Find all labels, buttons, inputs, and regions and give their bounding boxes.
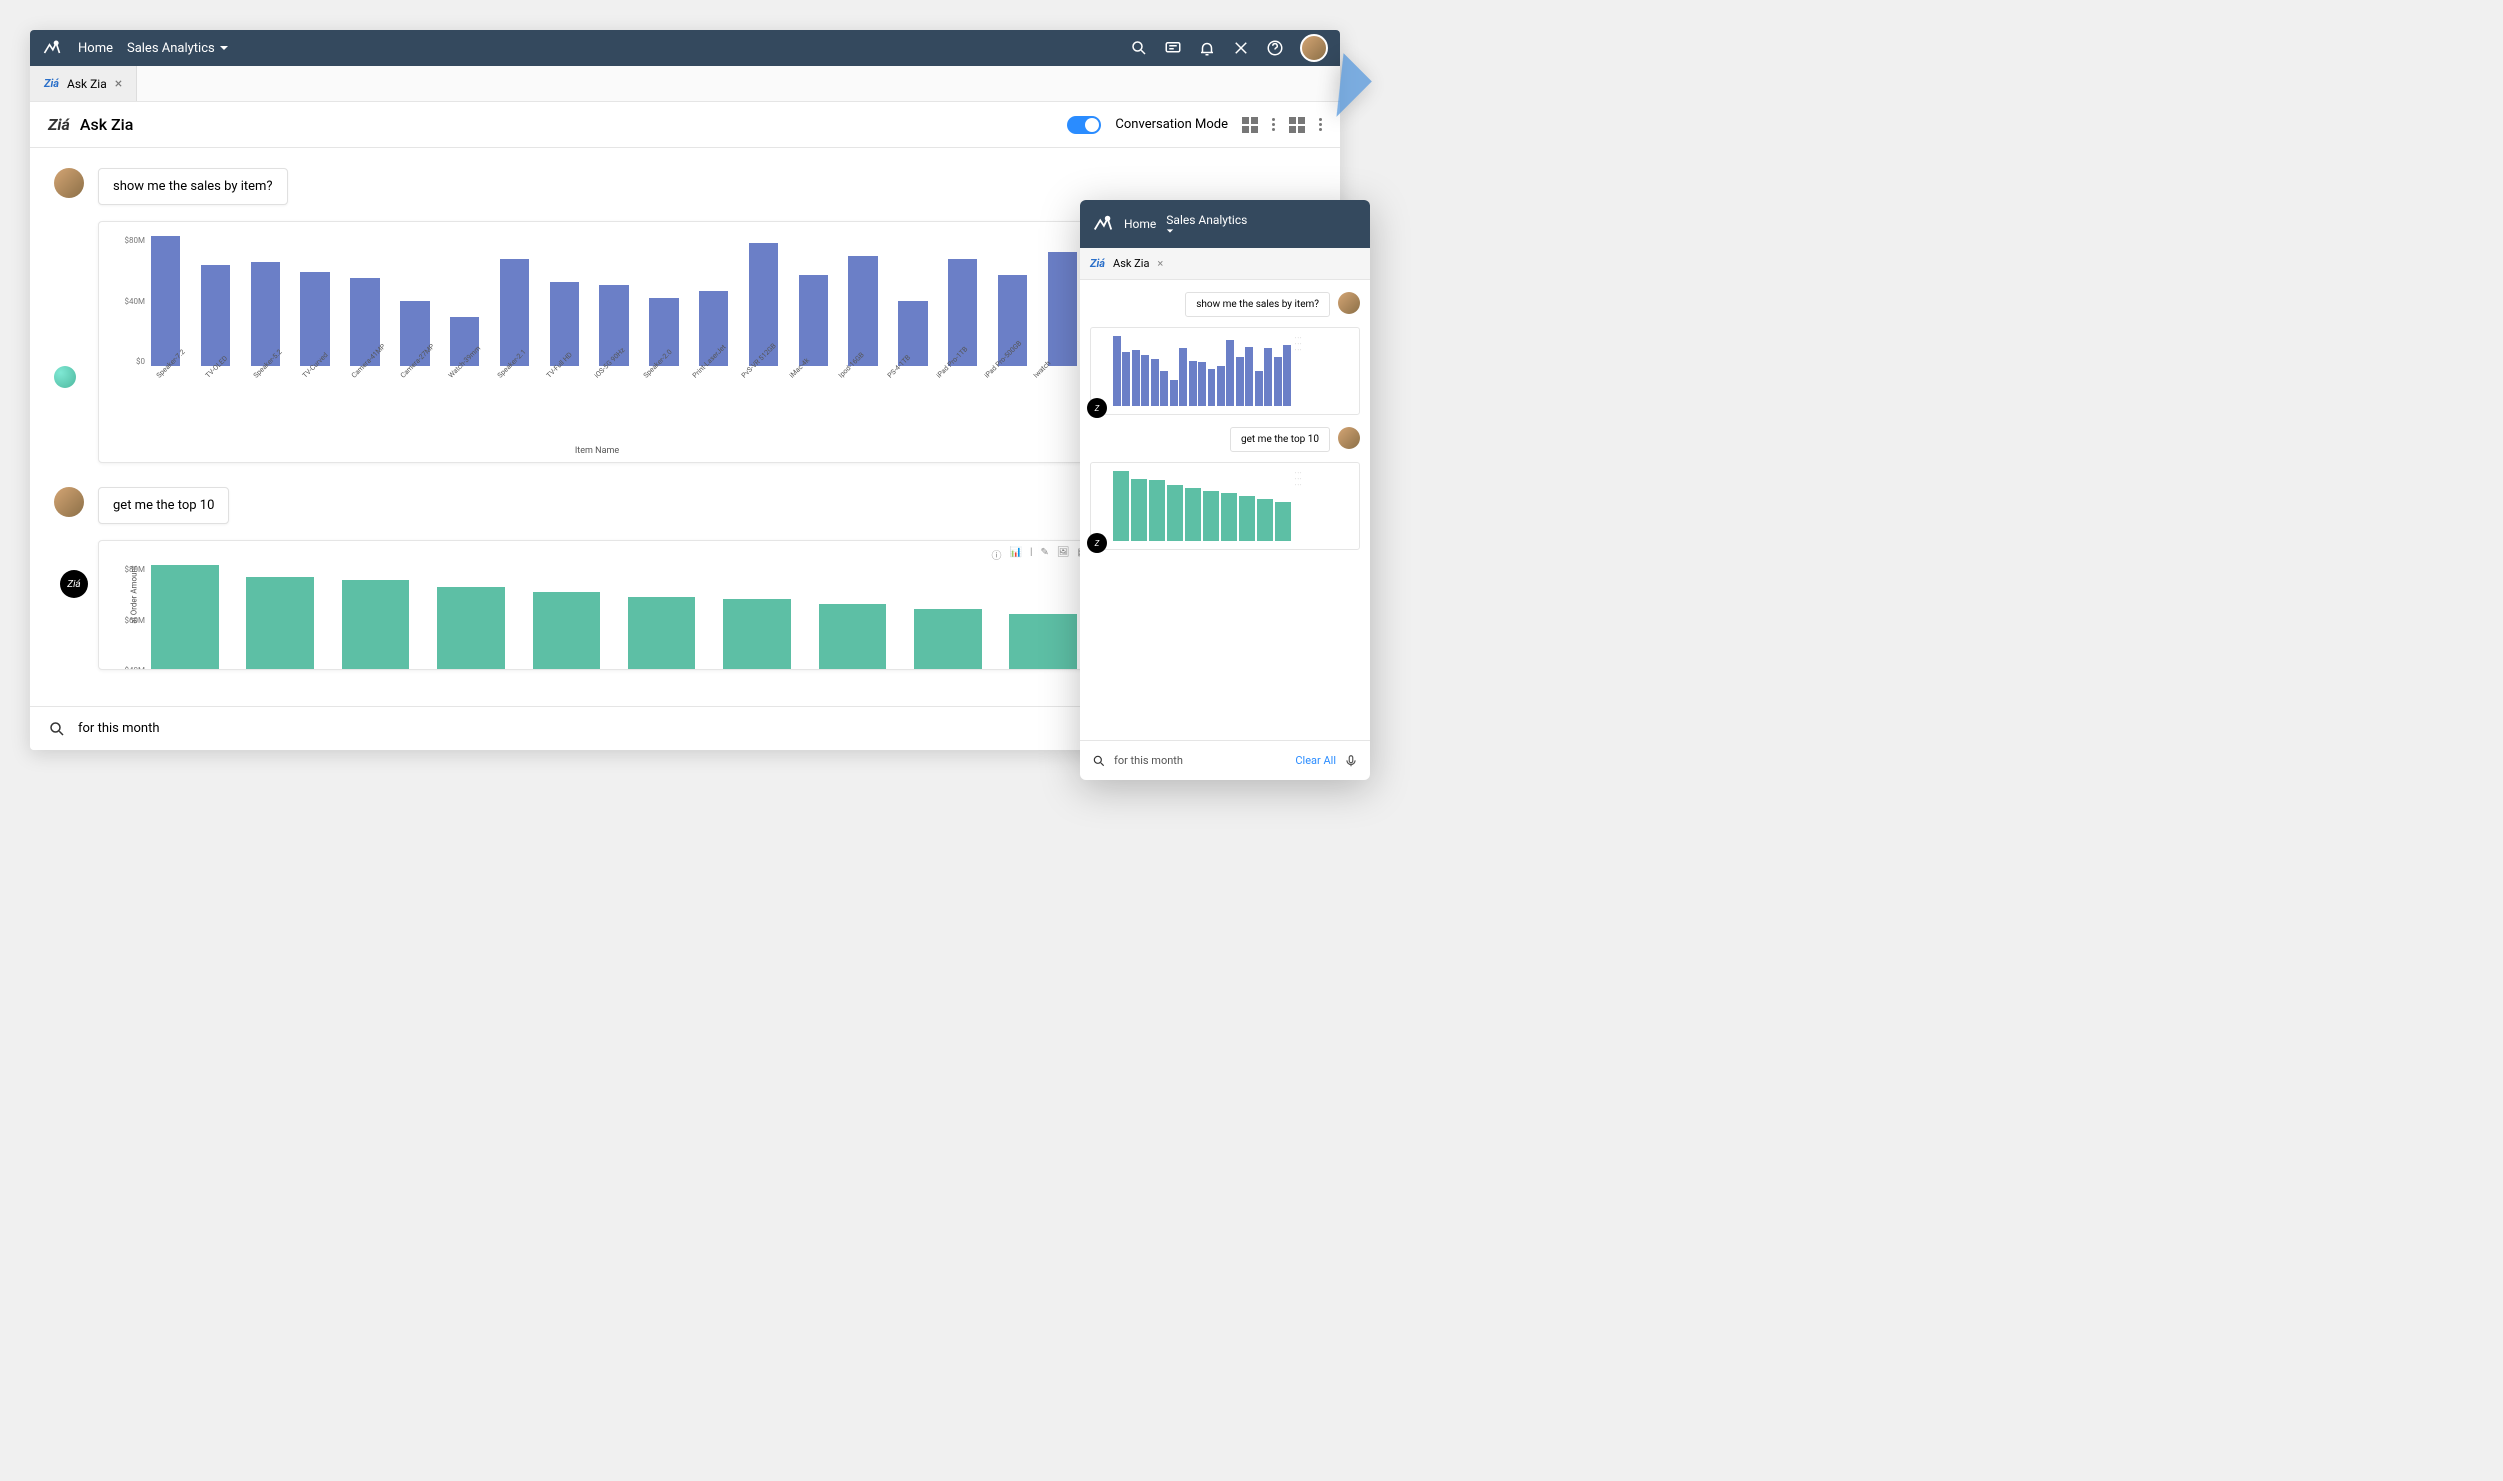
mobile-info: · · ·· · ·· · · xyxy=(1291,471,1351,541)
tab-bar: Ziá Ask Zia × xyxy=(30,66,1340,102)
mobile-nav-workspace[interactable]: Sales Analytics xyxy=(1166,213,1247,235)
card-toolbar: ⓘ 📊 | ✎ 🖼 ▦ xyxy=(992,547,1087,562)
chevron-down-icon xyxy=(1166,227,1174,235)
x-axis-labels: Speaker-7.2TV-OLEDSpeaker-5.2TV-CurvedCa… xyxy=(151,374,1077,434)
mobile-topbar: Home Sales Analytics xyxy=(1080,200,1370,248)
chart-bars xyxy=(151,565,1077,670)
user-message-bubble: get me the top 10 xyxy=(98,487,229,524)
mobile-chart-card-1: · · ·· · ·· · · Z xyxy=(1090,327,1360,415)
mobile-search-bar: for this month Clear All xyxy=(1080,740,1370,780)
search-icon xyxy=(1092,754,1106,768)
microphone-icon[interactable] xyxy=(1344,754,1358,768)
mobile-msg-bubble: get me the top 10 xyxy=(1230,427,1330,452)
chart-area-1: $80M $40M $0 Speaker-7.2TV-OLEDSpeaker-5… xyxy=(99,222,1095,462)
mobile-user-msg: show me the sales by item? xyxy=(1090,292,1360,317)
mobile-bar-chart xyxy=(1099,336,1291,406)
bar[interactable] xyxy=(914,609,982,670)
bar[interactable] xyxy=(628,597,696,670)
zia-icon: Ziá xyxy=(44,77,59,90)
bell-icon[interactable] xyxy=(1198,39,1216,57)
zia-avatar-badge: Z xyxy=(1087,533,1107,553)
nav-home[interactable]: Home xyxy=(78,41,113,56)
nav-workspace-label: Sales Analytics xyxy=(127,41,215,56)
mobile-bar-chart xyxy=(1099,471,1291,541)
user-avatar-small xyxy=(1338,292,1360,314)
conversation-mode-label: Conversation Mode xyxy=(1115,117,1228,132)
user-avatar-small xyxy=(1338,427,1360,449)
x-axis-title: Item Name xyxy=(111,446,1083,456)
page-title: Ask Zia xyxy=(80,115,134,134)
bar[interactable] xyxy=(723,599,791,670)
chevron-down-icon xyxy=(219,43,229,53)
layout-grid-icon-2[interactable] xyxy=(1289,117,1305,133)
search-icon xyxy=(48,720,66,738)
more-menu-icon[interactable] xyxy=(1272,118,1275,131)
top-navbar: Home Sales Analytics xyxy=(30,30,1340,66)
mobile-user-msg-2: get me the top 10 xyxy=(1090,427,1360,452)
bar[interactable] xyxy=(151,236,180,366)
bar[interactable] xyxy=(533,592,601,670)
info-icon[interactable]: ⓘ xyxy=(992,547,1002,562)
mobile-info: · · ·· · ·· · · xyxy=(1291,336,1351,406)
bar[interactable] xyxy=(246,577,314,670)
zia-avatar-badge: Z xyxy=(1087,398,1107,418)
zia-avatar-badge: Ziá xyxy=(60,570,88,598)
mobile-tab[interactable]: Ziá Ask Zia × xyxy=(1080,248,1370,280)
brand-logo[interactable] xyxy=(1092,213,1114,235)
page-header: Ziá Ask Zia Conversation Mode xyxy=(30,102,1340,148)
user-message-bubble: show me the sales by item? xyxy=(98,168,288,205)
chart-area-2: ⓘ 📊 | ✎ 🖼 ▦ al Order Amount $80M $60M $4… xyxy=(99,541,1095,669)
y-axis-ticks: $80M $40M $0 xyxy=(111,236,145,366)
close-icon[interactable]: × xyxy=(1157,257,1163,270)
bar[interactable] xyxy=(437,587,505,670)
close-icon[interactable]: × xyxy=(115,76,122,92)
y-axis-ticks: $80M $60M $40M xyxy=(111,565,145,670)
nav-workspace[interactable]: Sales Analytics xyxy=(127,41,229,56)
mobile-body: show me the sales by item? · · ·· · ·· ·… xyxy=(1080,280,1370,740)
mobile-tab-label: Ask Zia xyxy=(1113,257,1149,270)
layout-grid-icon[interactable] xyxy=(1242,117,1258,133)
bar-chart-2: al Order Amount $80M $60M $40M xyxy=(111,565,1083,670)
mobile-msg-bubble: show me the sales by item? xyxy=(1185,292,1330,317)
header-controls: Conversation Mode xyxy=(1067,116,1322,134)
mobile-search-text[interactable]: for this month xyxy=(1114,754,1183,767)
more-menu-icon-2[interactable] xyxy=(1319,118,1322,131)
bar[interactable] xyxy=(151,565,219,670)
user-avatar-small xyxy=(54,168,84,198)
bar[interactable] xyxy=(342,580,410,670)
zia-icon: Ziá xyxy=(1090,257,1105,270)
mobile-panel: Home Sales Analytics Ziá Ask Zia × show … xyxy=(1080,200,1370,780)
chat-icon[interactable] xyxy=(1164,39,1182,57)
bar-chart-1: $80M $40M $0 Speaker-7.2TV-OLEDSpeaker-5… xyxy=(111,236,1083,396)
help-icon[interactable] xyxy=(1266,39,1284,57)
bar[interactable] xyxy=(1009,614,1077,670)
user-avatar-small xyxy=(54,487,84,517)
chart-type-icon[interactable]: 📊 xyxy=(1010,547,1022,562)
divider: | xyxy=(1030,547,1032,562)
tools-icon[interactable] xyxy=(1232,39,1250,57)
mobile-chart-card-2: · · ·· · ·· · · Z xyxy=(1090,462,1360,550)
zia-logo-icon: Ziá xyxy=(48,115,70,134)
image-icon[interactable]: 🖼 xyxy=(1057,547,1070,562)
conversation-mode-toggle[interactable] xyxy=(1067,116,1101,134)
decorative-orb xyxy=(54,366,76,388)
tab-ask-zia[interactable]: Ziá Ask Zia × xyxy=(30,66,137,101)
nav-icons-group xyxy=(1130,34,1328,62)
clear-all-button[interactable]: Clear All xyxy=(1295,754,1336,767)
user-avatar[interactable] xyxy=(1300,34,1328,62)
bar[interactable] xyxy=(819,604,887,670)
mobile-nav-home[interactable]: Home xyxy=(1124,217,1156,231)
edit-icon[interactable]: ✎ xyxy=(1040,547,1048,562)
search-icon[interactable] xyxy=(1130,39,1148,57)
tab-label: Ask Zia xyxy=(67,77,107,91)
brand-logo[interactable] xyxy=(42,38,62,58)
